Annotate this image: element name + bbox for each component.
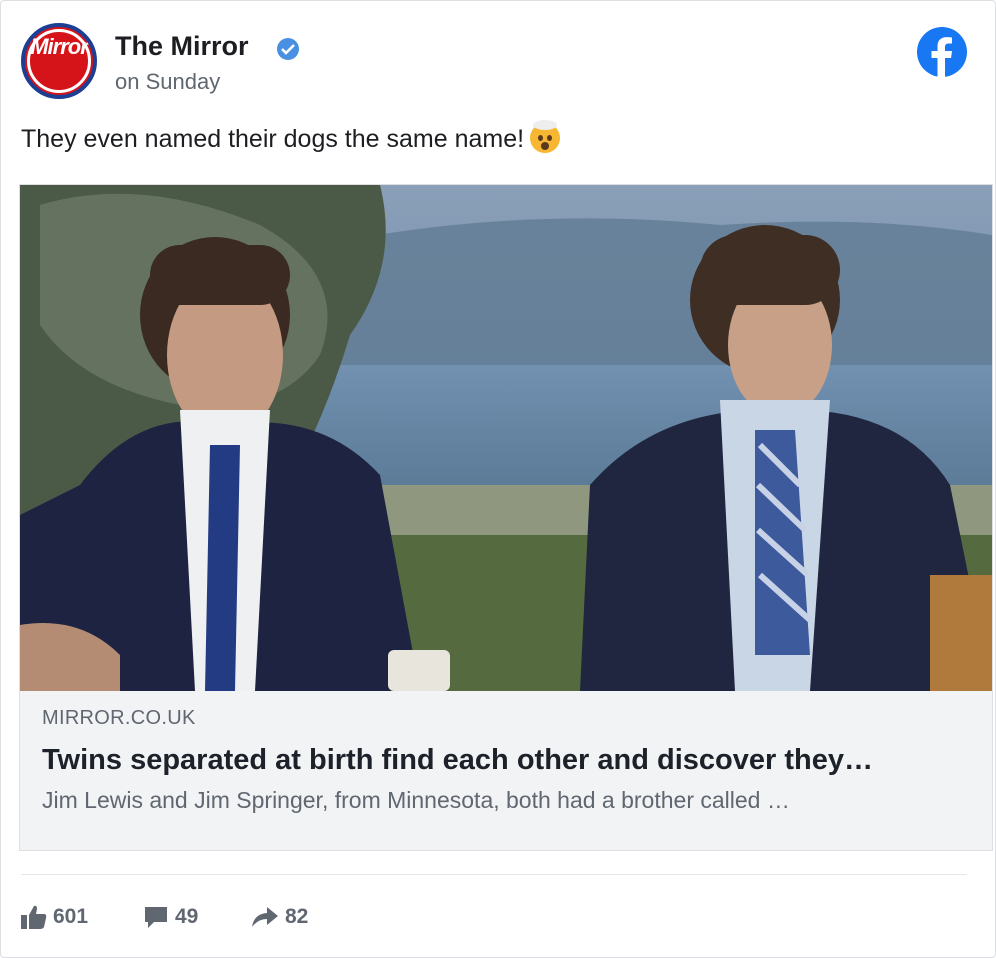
post-timestamp[interactable]: on Sunday <box>115 69 220 95</box>
share-stat[interactable]: 82 <box>251 897 308 937</box>
like-count: 601 <box>53 905 89 928</box>
page-name-link[interactable]: The Mirror <box>115 31 249 62</box>
article-photo[interactable] <box>20 185 992 691</box>
link-preview-card[interactable]: MIRROR.CO.UK Twins separated at birth fi… <box>19 184 993 851</box>
avatar-logo-text: Mirror <box>30 34 89 59</box>
post-header: Mirror The Mirror on Sunday <box>21 21 975 101</box>
link-meta: MIRROR.CO.UK Twins separated at birth fi… <box>42 707 970 814</box>
share-icon <box>252 907 278 927</box>
post-text: They even named their dogs the same name… <box>21 120 561 155</box>
like-stat[interactable]: 601 <box>21 897 88 937</box>
share-count: 82 <box>285 905 309 928</box>
exploding-head-emoji-icon <box>530 120 561 154</box>
facebook-logo-icon[interactable] <box>917 27 967 77</box>
like-icon <box>21 905 47 929</box>
facebook-post-card: Mirror The Mirror on Sunday They even na… <box>0 0 996 958</box>
comment-stat[interactable]: 49 <box>143 897 198 937</box>
post-message: They even named their dogs the same name… <box>21 125 525 153</box>
page-avatar[interactable]: Mirror <box>21 23 97 99</box>
link-headline[interactable]: Twins separated at birth find each other… <box>42 744 970 777</box>
verified-badge-icon <box>277 38 299 60</box>
stats-divider <box>21 874 967 875</box>
comment-icon <box>145 907 167 928</box>
link-domain: MIRROR.CO.UK <box>42 707 196 729</box>
comment-count: 49 <box>175 905 199 928</box>
link-description: Jim Lewis and Jim Springer, from Minneso… <box>42 787 790 813</box>
